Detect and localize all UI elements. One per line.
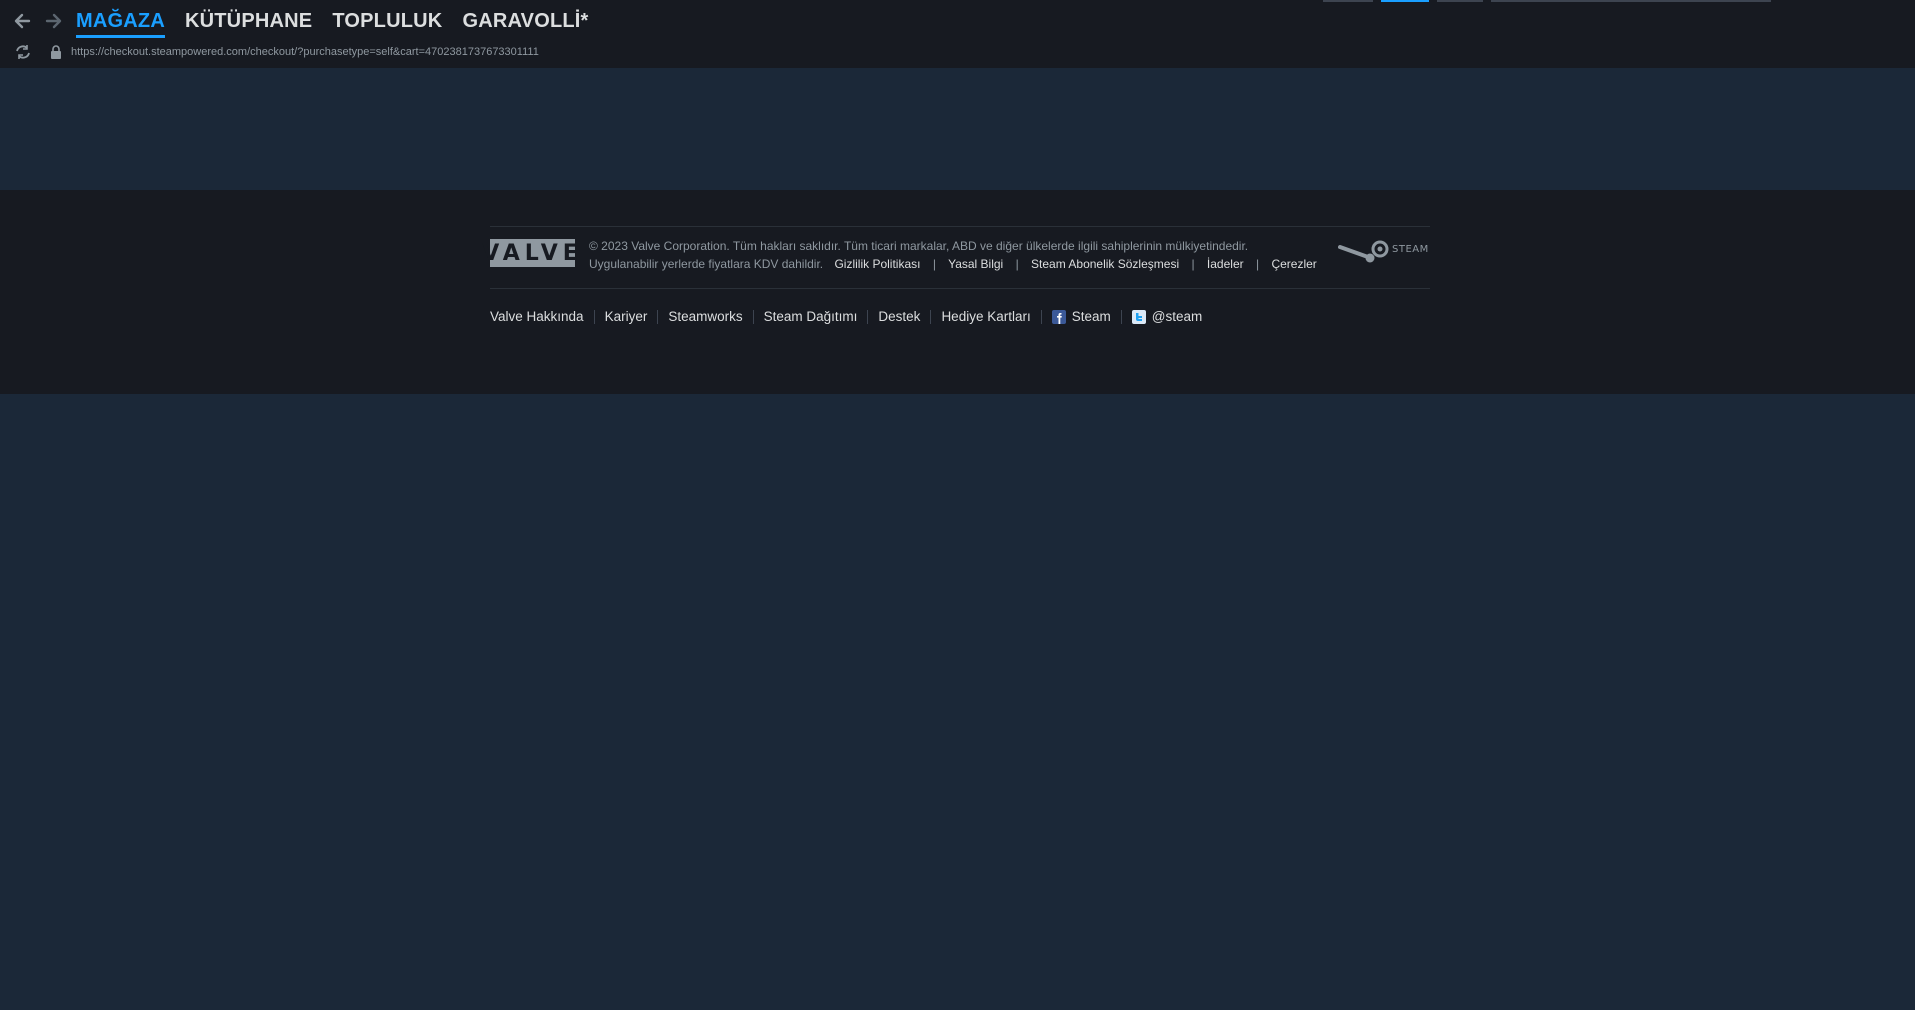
separator: |	[1255, 257, 1260, 271]
separator	[593, 309, 595, 324]
url-bar: https://checkout.steampowered.com/checko…	[0, 42, 600, 64]
steamworks-link[interactable]: Steamworks	[668, 309, 742, 324]
separator	[867, 309, 869, 324]
main-nav: MAĞAZA KÜTÜPHANE TOPLULUK GARAVOLLİ*	[76, 8, 589, 38]
footer-inner: VALVE © 2023 Valve Corporation. Tüm hakl…	[482, 226, 1430, 325]
support-link[interactable]: Destek	[878, 309, 920, 324]
separator	[752, 309, 754, 324]
tab-stub[interactable]	[1323, 0, 1373, 2]
separator: |	[1015, 257, 1019, 271]
separator: |	[1191, 257, 1195, 271]
separator	[930, 309, 932, 324]
facebook-label: Steam	[1071, 309, 1111, 324]
tab-stub-active[interactable]	[1381, 0, 1429, 2]
legal-text: © 2023 Valve Corporation. Tüm hakları sa…	[589, 237, 1317, 273]
forward-arrow-icon[interactable]	[43, 10, 65, 32]
valve-logo[interactable]: VALVE	[482, 239, 578, 267]
top-bar: MAĞAZA KÜTÜPHANE TOPLULUK GARAVOLLİ* htt…	[0, 0, 1915, 68]
twitter-icon	[1131, 310, 1146, 325]
gift-cards-link[interactable]: Hediye Kartları	[941, 309, 1030, 324]
back-arrow-icon[interactable]	[11, 10, 33, 32]
facebook-icon	[1051, 310, 1066, 325]
separator: |	[932, 257, 936, 271]
careers-link[interactable]: Kariyer	[605, 309, 648, 324]
twitter-label: @steam	[1151, 309, 1203, 324]
separator	[657, 309, 659, 324]
legal-info-link[interactable]: Yasal Bilgi	[948, 257, 1003, 271]
vat-note: Uygulanabilir yerlerde fiyatlara KDV dah…	[589, 257, 824, 271]
lock-icon	[51, 45, 61, 59]
footer-links: Valve Hakkında Kariyer Steamworks Steam …	[490, 309, 1430, 325]
nav-store[interactable]: MAĞAZA	[76, 8, 165, 38]
legal-row: VALVE © 2023 Valve Corporation. Tüm hakl…	[482, 227, 1430, 288]
steam-distribution-link[interactable]: Steam Dağıtımı	[764, 309, 858, 324]
separator	[1040, 309, 1042, 324]
refunds-link[interactable]: İadeler	[1207, 257, 1244, 271]
nav-community[interactable]: TOPLULUK	[332, 8, 442, 38]
reload-icon[interactable]	[13, 42, 33, 62]
twitter-link[interactable]: @steam	[1131, 309, 1203, 325]
copyright-text: © 2023 Valve Corporation. Tüm hakları sa…	[589, 239, 1249, 253]
nav-profile[interactable]: GARAVOLLİ*	[462, 8, 588, 38]
privacy-policy-link[interactable]: Gizlilik Politikası	[834, 257, 920, 271]
steam-logo-text: STEAM	[1392, 244, 1429, 255]
cookies-link[interactable]: Çerezler	[1271, 257, 1316, 271]
steam-logo[interactable]: STEAM	[1338, 237, 1430, 267]
content-area	[0, 68, 1915, 190]
facebook-link[interactable]: Steam	[1051, 309, 1111, 325]
subscriber-agreement-link[interactable]: Steam Abonelik Sözleşmesi	[1031, 257, 1179, 271]
nav-library[interactable]: KÜTÜPHANE	[185, 8, 312, 38]
tab-stub[interactable]	[1437, 0, 1483, 2]
tab-stub[interactable]	[1491, 0, 1771, 2]
legal-links-line: Uygulanabilir yerlerde fiyatlara KDV dah…	[589, 255, 1317, 273]
url-text[interactable]: https://checkout.steampowered.com/checko…	[71, 46, 539, 58]
separator	[1120, 309, 1122, 324]
top-tab-stubs	[1323, 0, 1779, 3]
nav-arrows	[11, 10, 65, 32]
footer: VALVE © 2023 Valve Corporation. Tüm hakl…	[0, 190, 1915, 394]
footer-divider	[490, 288, 1430, 289]
about-valve-link[interactable]: Valve Hakkında	[490, 309, 584, 324]
